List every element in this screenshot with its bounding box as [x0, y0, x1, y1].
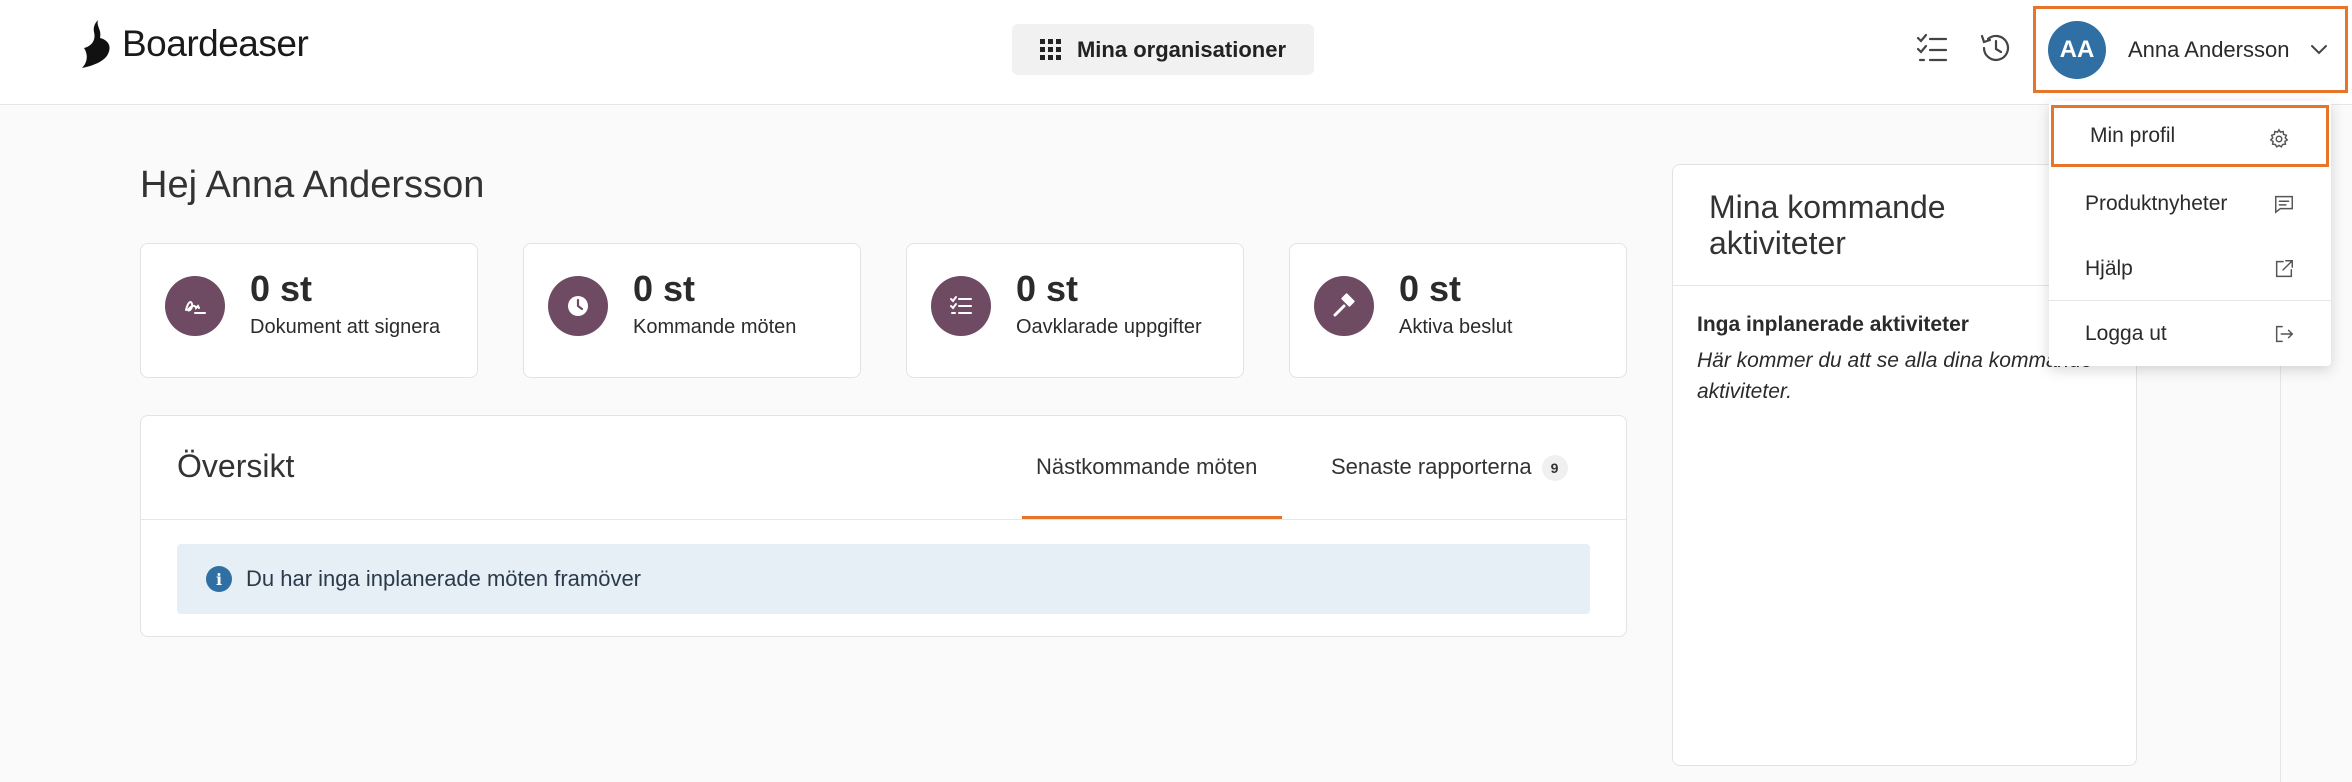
activities-title: Mina kommande aktiviteter: [1709, 189, 1946, 261]
menu-item-help[interactable]: Hjälp: [2049, 238, 2331, 300]
my-organisations-button[interactable]: Mina organisationer: [1012, 24, 1314, 75]
activities-empty-text: Här kommer du att se alla dina kommande …: [1697, 349, 2093, 403]
user-dropdown-menu: Min profil Produktnyheter Hjälp Logga ut: [2049, 101, 2331, 366]
chevron-down-icon: [2311, 45, 2327, 55]
signature-icon: [165, 276, 225, 336]
logout-icon: [2275, 325, 2294, 343]
tab-label: Senaste rapporterna: [1331, 454, 1532, 479]
info-icon: i: [206, 566, 232, 592]
menu-item-my-profile[interactable]: Min profil: [2051, 105, 2329, 167]
tasks-checklist-icon[interactable]: [1914, 30, 1950, 66]
activities-empty-title: Inga inplanerade aktiviteter: [1697, 313, 1969, 336]
gear-icon: [2269, 128, 2289, 148]
logo-text: Boardeaser: [122, 23, 309, 64]
stat-value: 0 st: [250, 268, 313, 309]
stat-label: Aktiva beslut: [1399, 316, 1513, 338]
overview-title: Översikt: [177, 448, 295, 484]
stat-label: Oavklarade uppgifter: [1016, 316, 1202, 338]
stat-value: 0 st: [1016, 268, 1079, 309]
stat-value: 0 st: [1399, 268, 1462, 309]
tab-latest-reports[interactable]: Senaste rapporterna 9: [1331, 454, 1568, 482]
avatar: AA: [2048, 20, 2106, 79]
checklist-icon: [931, 276, 991, 336]
info-message: Du har inga inplanerade möten framöver: [246, 566, 642, 591]
clock-icon: [548, 276, 608, 336]
history-icon[interactable]: [1978, 30, 2014, 66]
external-link-icon: [2275, 260, 2293, 278]
boardeaser-logo-icon: [82, 20, 110, 68]
page-title: Hej Anna Andersson: [140, 164, 485, 206]
divider: [141, 519, 1626, 520]
menu-item-label: Min profil: [2090, 124, 2176, 147]
stat-card-upcoming-meetings[interactable]: 0 st Kommande möten: [523, 243, 861, 378]
overview-panel: Översikt Nästkommande möten Senaste rapp…: [140, 415, 1627, 637]
tab-label: Nästkommande möten: [1036, 454, 1258, 479]
stat-card-active-decisions[interactable]: 0 st Aktiva beslut: [1289, 243, 1627, 378]
stat-value: 0 st: [633, 268, 696, 309]
menu-item-product-news[interactable]: Produktnyheter: [2049, 173, 2331, 235]
menu-item-label: Hjälp: [2085, 257, 2133, 280]
user-name: Anna Andersson: [2128, 36, 2290, 62]
stat-card-open-tasks[interactable]: 0 st Oavklarade uppgifter: [906, 243, 1244, 378]
tab-upcoming-meetings[interactable]: Nästkommande möten: [1036, 454, 1257, 480]
menu-divider: [2049, 300, 2331, 301]
stat-label: Kommande möten: [633, 316, 797, 338]
top-bar: Boardeaser Mina organisationer AA Anna A…: [0, 0, 2352, 105]
info-alert: i Du har inga inplanerade möten framöver: [177, 544, 1590, 614]
stat-card-documents-to-sign[interactable]: 0 st Dokument att signera: [140, 243, 478, 378]
menu-item-label: Produktnyheter: [2085, 192, 2228, 215]
gavel-icon: [1314, 276, 1374, 336]
user-menu-button[interactable]: AA Anna Andersson: [2033, 6, 2348, 93]
logo[interactable]: Boardeaser: [78, 18, 309, 70]
my-organisations-label: Mina organisationer: [1076, 36, 1287, 62]
stat-label: Dokument att signera: [250, 316, 441, 338]
grid-icon: [1039, 39, 1061, 60]
count-badge: 9: [1541, 455, 1568, 482]
menu-item-label: Logga ut: [2085, 322, 2167, 345]
message-icon: [2275, 195, 2293, 214]
menu-item-logout[interactable]: Logga ut: [2049, 303, 2331, 365]
